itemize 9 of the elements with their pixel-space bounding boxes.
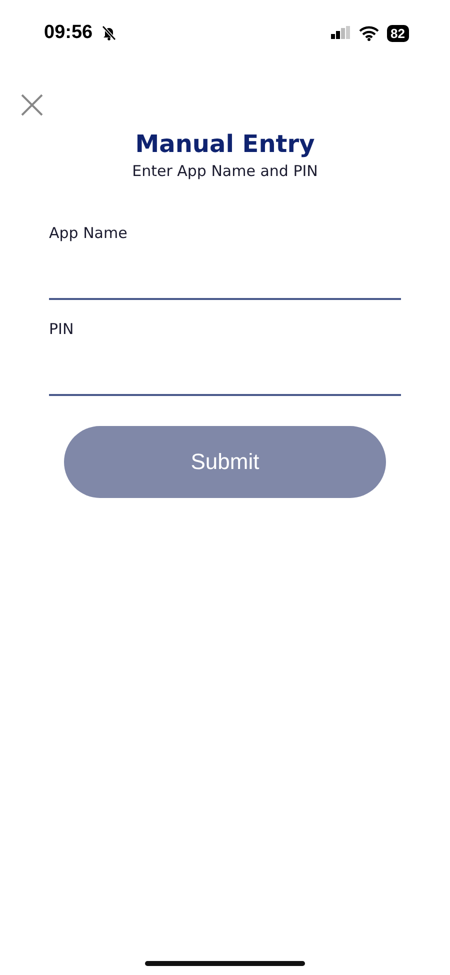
page-subtitle: Enter App Name and PIN [132,162,318,180]
battery-level: 82 [386,24,409,42]
clock-time: 09:56 [44,22,93,44]
close-icon[interactable] [21,94,43,116]
field-label: App Name [49,224,128,242]
page-title: Manual Entry [135,130,315,158]
signal-icon [330,26,351,40]
field-label: PIN [49,320,74,338]
wifi-icon [358,26,379,40]
